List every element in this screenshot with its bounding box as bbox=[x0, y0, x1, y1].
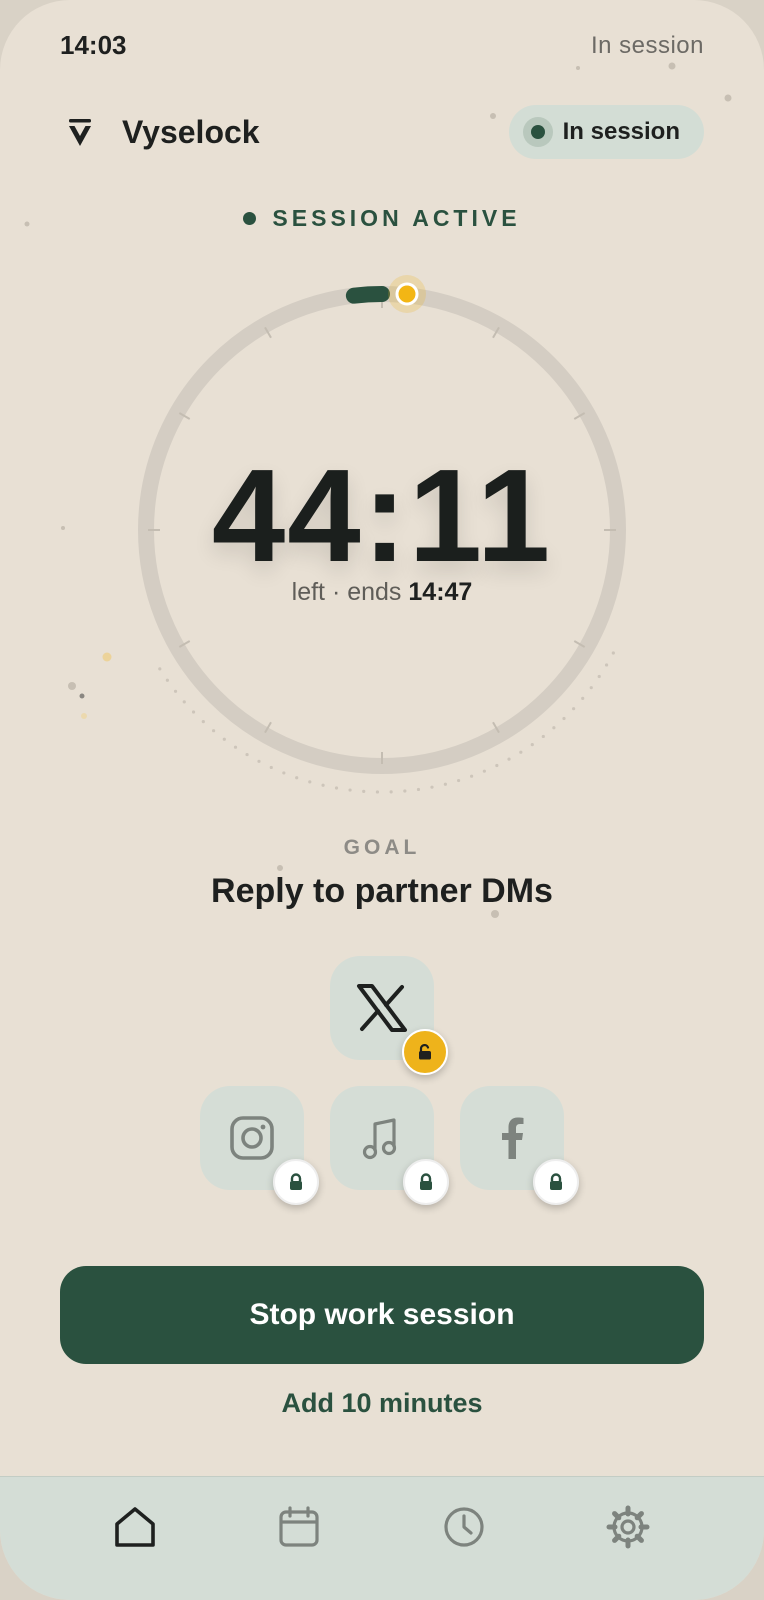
nav-calendar[interactable] bbox=[271, 1499, 327, 1555]
dial-dot bbox=[233, 745, 238, 749]
dial-dot bbox=[482, 769, 486, 773]
dial-dot bbox=[191, 710, 196, 714]
dial-dot bbox=[470, 774, 474, 778]
dial-dot bbox=[257, 759, 261, 763]
stop-session-button[interactable]: Stop work session bbox=[60, 1266, 704, 1364]
lock-icon bbox=[420, 1173, 432, 1190]
nav-home[interactable] bbox=[107, 1499, 163, 1555]
facebook-icon bbox=[502, 1117, 524, 1159]
dial-dot bbox=[362, 789, 366, 793]
session-end-time: 14:47 bbox=[408, 578, 473, 606]
bottom-nav bbox=[0, 1476, 764, 1600]
dial-dot bbox=[211, 729, 216, 733]
dial-dot bbox=[457, 778, 461, 783]
dial-dot bbox=[430, 785, 434, 789]
x-logo-icon bbox=[357, 984, 407, 1032]
dial-dot bbox=[572, 707, 576, 711]
dial-dot bbox=[541, 734, 545, 739]
nav-history[interactable] bbox=[436, 1499, 492, 1555]
dial-dot bbox=[611, 651, 615, 655]
instagram-icon bbox=[230, 1116, 274, 1160]
dial-dot bbox=[443, 782, 447, 786]
unlocked-badge bbox=[402, 1029, 448, 1075]
clock-icon bbox=[444, 1507, 484, 1547]
dial-dot bbox=[403, 789, 407, 793]
dial-dot bbox=[222, 737, 226, 741]
nav-settings[interactable] bbox=[600, 1499, 656, 1555]
dial-dot bbox=[562, 716, 566, 721]
dial-dot bbox=[348, 788, 352, 792]
dial-dot bbox=[334, 786, 339, 790]
dial-dot bbox=[581, 696, 585, 701]
lock-icon bbox=[550, 1173, 562, 1190]
goal-text: Reply to partner DMs bbox=[211, 872, 553, 910]
dial-dot bbox=[295, 776, 299, 780]
dial-dot bbox=[165, 678, 169, 682]
locked-badge bbox=[533, 1159, 579, 1205]
locked-badge bbox=[403, 1159, 449, 1205]
unlock-icon bbox=[419, 1043, 431, 1060]
music-note-icon bbox=[362, 1118, 397, 1160]
dial-dot bbox=[389, 790, 393, 794]
dial-dot bbox=[282, 771, 286, 775]
dial-dot bbox=[589, 686, 593, 690]
dial-progress-arc bbox=[345, 286, 390, 304]
dial-dot bbox=[158, 667, 162, 671]
time-remaining: 44:11 bbox=[211, 442, 553, 589]
dial-knob[interactable] bbox=[395, 282, 419, 306]
timer-dial bbox=[138, 275, 626, 794]
dial-dot bbox=[495, 763, 499, 768]
dial-dot bbox=[182, 700, 186, 704]
calendar-icon bbox=[279, 1506, 319, 1547]
dial-dot bbox=[519, 750, 523, 754]
session-end-text: left · ends 14:47 bbox=[0, 578, 764, 607]
locked-badge bbox=[273, 1159, 319, 1205]
dial-dot bbox=[308, 780, 312, 784]
lock-icon bbox=[290, 1173, 302, 1190]
dial-dot bbox=[173, 689, 178, 693]
home-icon bbox=[115, 1507, 155, 1547]
dial-dot bbox=[604, 663, 609, 667]
time-left-label: left · ends bbox=[291, 578, 409, 606]
dial-dot bbox=[269, 765, 273, 770]
dial-dot bbox=[507, 757, 511, 761]
dial-dot bbox=[201, 720, 205, 724]
add-minutes-button[interactable]: Add 10 minutes bbox=[0, 1388, 764, 1419]
goal-label: GOAL bbox=[343, 836, 421, 859]
dial-dot bbox=[416, 787, 421, 792]
dial-dot bbox=[552, 726, 556, 730]
gear-icon bbox=[606, 1505, 650, 1549]
dial-dot bbox=[245, 752, 249, 757]
dial-dot bbox=[530, 743, 534, 747]
dial-dot bbox=[375, 790, 380, 794]
dial-dot bbox=[597, 674, 601, 679]
phone-screen: 14:03 In session Vyselock In session SES… bbox=[0, 0, 764, 1600]
dial-dot bbox=[321, 783, 325, 787]
